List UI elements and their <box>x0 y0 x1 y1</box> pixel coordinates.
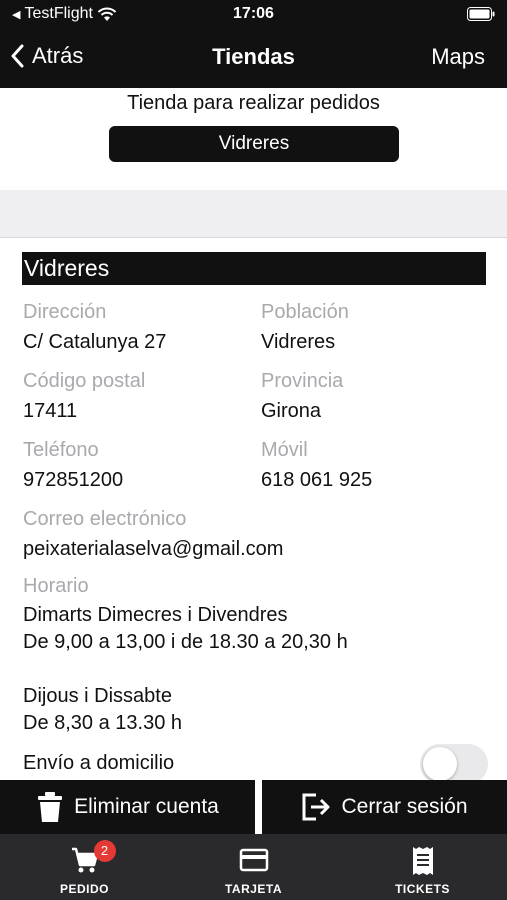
store-selector-label: Tienda para realizar pedidos <box>127 92 380 114</box>
email-value[interactable]: peixaterialaselva@gmail.com <box>23 536 283 562</box>
town-field: Población Vidreres <box>261 300 349 355</box>
mobile-value[interactable]: 618 061 925 <box>261 467 372 493</box>
schedule-text: Dimarts Dimecres i Divendres De 9,00 a 1… <box>23 602 348 737</box>
schedule-line: Dimarts Dimecres i Divendres <box>23 604 288 626</box>
schedule-line: De 8,30 a 13.30 h <box>23 712 183 734</box>
tab-tarjeta[interactable]: TARJETA <box>169 834 338 900</box>
toggle-knob <box>423 747 457 781</box>
mobile-label: Móvil <box>261 439 308 461</box>
schedule-field: Horario <box>23 574 89 598</box>
schedule-line: Dijous i Dissabte <box>23 685 172 707</box>
receipt-icon <box>410 846 436 875</box>
address-label: Dirección <box>23 301 107 323</box>
schedule-line <box>23 656 348 683</box>
delete-account-label: Eliminar cuenta <box>74 795 219 818</box>
schedule-line: De 9,00 a 13,00 i de 18.30 a 20,30 h <box>23 631 348 653</box>
phone-field: Teléfono 972851200 <box>23 438 123 493</box>
home-delivery-toggle[interactable] <box>420 744 488 784</box>
cart-icon: 2 <box>70 840 116 874</box>
tab-label: TICKETS <box>395 882 450 896</box>
navigation-bar: Atrás Tiendas Maps <box>0 30 507 88</box>
cart-badge: 2 <box>93 840 116 862</box>
tab-pedido[interactable]: 2 PEDIDO <box>0 834 169 900</box>
store-selector[interactable]: Vidreres <box>109 126 399 162</box>
logout-icon <box>302 793 330 821</box>
town-value: Vidreres <box>261 331 336 353</box>
logout-button[interactable]: Cerrar sesión <box>262 780 507 834</box>
email-field: Correo electrónico peixaterialaselva@gma… <box>23 507 283 562</box>
province-label: Provincia <box>261 370 344 392</box>
address-value: C/ Catalunya 27 <box>23 331 167 353</box>
card-icon <box>239 846 269 874</box>
home-delivery-label: Envío a domicilio <box>23 752 175 774</box>
postal-code-label: Código postal <box>23 370 146 392</box>
status-time: 17:06 <box>233 5 274 22</box>
town-label: Población <box>261 301 349 323</box>
phone-value[interactable]: 972851200 <box>23 467 123 493</box>
email-label: Correo electrónico <box>23 508 187 530</box>
postal-code-field: Código postal 17411 <box>23 369 145 424</box>
province-field: Provincia Girona <box>261 369 343 424</box>
tab-bar: 2 PEDIDO TARJETA TICKETS <box>0 834 507 900</box>
battery-icon <box>467 7 495 21</box>
schedule-label: Horario <box>23 575 89 597</box>
section-separator <box>0 190 507 238</box>
store-name-heading: Vidreres <box>22 252 486 285</box>
postal-code-value: 17411 <box>23 400 78 422</box>
tab-label: PEDIDO <box>59 882 109 896</box>
tab-tickets[interactable]: TICKETS <box>338 834 507 900</box>
mobile-field: Móvil 618 061 925 <box>261 438 372 493</box>
logout-label: Cerrar sesión <box>341 795 468 818</box>
trash-icon <box>38 792 63 822</box>
account-actions: Eliminar cuenta Cerrar sesión <box>0 780 507 834</box>
status-bar: ◀ TestFlight 17:06 <box>0 0 507 30</box>
province-value: Girona <box>261 400 322 422</box>
phone-label: Teléfono <box>23 439 99 461</box>
delete-account-button[interactable]: Eliminar cuenta <box>0 780 255 834</box>
maps-button[interactable]: Maps <box>431 44 485 70</box>
tab-label: TARJETA <box>224 882 283 896</box>
address-field: Dirección C/ Catalunya 27 <box>23 300 166 355</box>
